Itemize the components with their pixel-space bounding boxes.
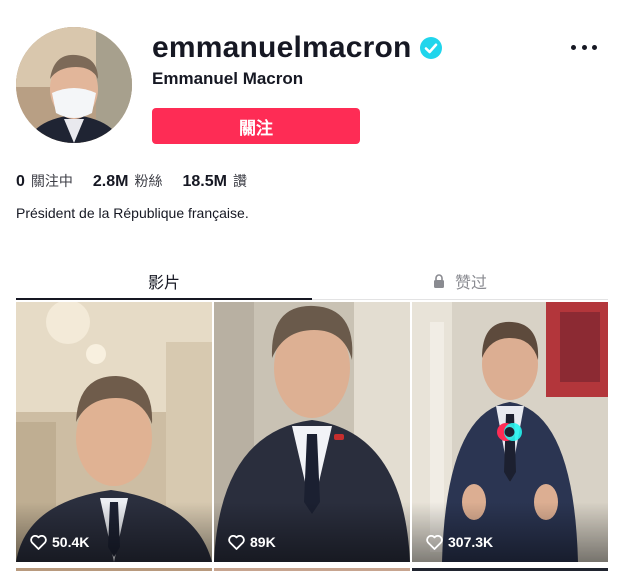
video-likes-count: 307.3K: [448, 534, 494, 550]
video-likes: 307.3K: [426, 534, 493, 550]
stat-likes: 18.5M 讚: [182, 171, 246, 191]
profile-tabs: 影片 赞过: [16, 262, 608, 300]
tab-videos[interactable]: 影片: [16, 262, 312, 300]
stat-following[interactable]: 0 關注中: [16, 171, 73, 191]
video-card[interactable]: 50.4K: [16, 302, 212, 562]
video-card[interactable]: 307.3K: [412, 302, 608, 562]
nickname: Emmanuel Macron: [152, 69, 304, 88]
profile-avatar: [16, 27, 132, 143]
stat-likes-label: 讚: [232, 174, 247, 190]
username-row: emmanuelmacron: [152, 28, 442, 68]
tab-videos-label: 影片: [147, 272, 180, 292]
video-card[interactable]: 89K: [214, 302, 410, 562]
tab-liked[interactable]: 赞过: [312, 262, 608, 299]
video-likes: 50.4K: [30, 534, 89, 550]
video-likes-count: 50.4K: [52, 534, 90, 550]
verified-badge-icon: [419, 37, 442, 59]
follow-button[interactable]: 關注: [152, 108, 360, 144]
stat-followers-label: 粉絲: [134, 174, 163, 190]
profile-stats: 0 關注中 2.8M 粉絲 18.5M 讚: [16, 171, 267, 191]
stat-followers-value: 2.8M: [92, 173, 129, 190]
video-likes-count: 89K: [250, 534, 276, 550]
tab-liked-label: 赞过: [454, 272, 487, 292]
stat-likes-value: 18.5M: [182, 173, 227, 190]
video-likes: 89K: [228, 534, 276, 550]
stat-followers[interactable]: 2.8M 粉絲: [93, 171, 163, 191]
username: emmanuelmacron: [152, 31, 412, 64]
heart-icon: [228, 534, 245, 550]
lock-icon: [433, 273, 444, 288]
heart-icon: [426, 534, 443, 550]
profile-bio: Président de la République française.: [16, 205, 249, 221]
heart-icon: [30, 534, 47, 550]
stat-following-value: 0: [16, 173, 25, 190]
stat-following-label: 關注中: [30, 174, 73, 190]
more-options-icon[interactable]: [571, 38, 597, 56]
video-grid: 50.4K 89K 307.3K: [16, 302, 608, 571]
